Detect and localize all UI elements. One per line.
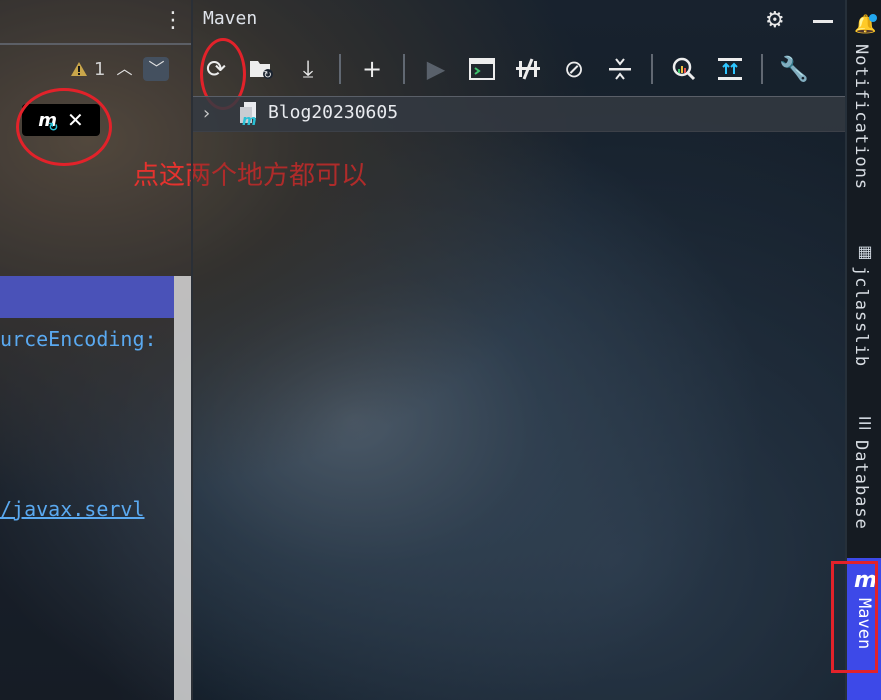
tab-jclasslib[interactable]: jclasslib — [851, 266, 871, 367]
toolbar-separator — [339, 54, 341, 84]
execute-goal-icon[interactable] — [467, 54, 497, 84]
editor-scrollbar[interactable] — [174, 276, 191, 700]
code-line[interactable]: urceEncoding: — [0, 327, 157, 351]
svg-text:m: m — [242, 113, 257, 127]
toolbar-separator — [403, 54, 405, 84]
add-project-icon[interactable]: + — [357, 54, 387, 84]
toggle-offline-icon[interactable] — [513, 54, 543, 84]
chevron-up-icon[interactable]: ︿ — [111, 57, 137, 81]
show-diagram-icon[interactable] — [715, 54, 745, 84]
notifications-bell-icon[interactable]: 🔔 — [854, 14, 877, 36]
settings-wrench-icon[interactable]: 🔧 — [779, 54, 809, 84]
download-sources-icon[interactable]: ⤓ — [293, 54, 323, 84]
annotation-rect-maven-tab — [831, 561, 878, 673]
warning-icon — [71, 62, 87, 76]
toolbar-separator — [651, 54, 653, 84]
highlighted-line — [0, 276, 174, 318]
more-options-icon[interactable]: ⋮ — [162, 10, 184, 36]
hide-icon[interactable] — [813, 20, 833, 23]
maven-project-icon: m — [240, 102, 257, 127]
annotation-circle-left — [16, 88, 112, 166]
database-icon[interactable]: ☰ — [855, 414, 875, 434]
run-icon[interactable]: ▶ — [421, 54, 451, 84]
tab-notifications[interactable]: Notifications — [851, 44, 871, 190]
svg-text:↻: ↻ — [264, 70, 272, 81]
gear-icon[interactable]: ⚙ — [765, 10, 789, 34]
inspection-count: 1 — [94, 58, 106, 80]
tab-database[interactable]: Database — [851, 440, 871, 530]
jclasslib-icon[interactable]: ▦ — [855, 242, 875, 262]
tree-row-project[interactable]: › m Blog20230605 — [193, 96, 845, 132]
code-link[interactable]: /javax.servl — [0, 497, 145, 521]
inspection-widget[interactable]: 1 ︿ ﹀ — [70, 57, 170, 81]
editor-area[interactable]: ⋮ 1 ︿ ﹀ m ↻ ✕ urceEncoding: /javax.servl — [0, 0, 191, 700]
toolbar-separator — [761, 54, 763, 84]
analyze-dependencies-icon[interactable] — [669, 54, 699, 84]
editor-tab-divider — [0, 43, 191, 45]
maven-toolbar: ⟳ ↻ ⤓ + ▶ ⊘ 🔧 — [201, 44, 809, 94]
maven-tool-window: Maven ⚙ ⟳ ↻ ⤓ + ▶ ⊘ 🔧 › m Blog20230605 — [191, 0, 847, 700]
expand-arrow-icon[interactable]: › — [203, 103, 210, 124]
notification-dot — [869, 14, 877, 22]
project-name: Blog20230605 — [268, 102, 399, 123]
collapse-all-icon[interactable] — [605, 54, 635, 84]
panel-title: Maven — [203, 8, 258, 29]
generate-sources-icon[interactable]: ↻ — [247, 54, 277, 84]
skip-tests-icon[interactable]: ⊘ — [559, 54, 589, 84]
chevron-down-icon[interactable]: ﹀ — [143, 57, 170, 81]
